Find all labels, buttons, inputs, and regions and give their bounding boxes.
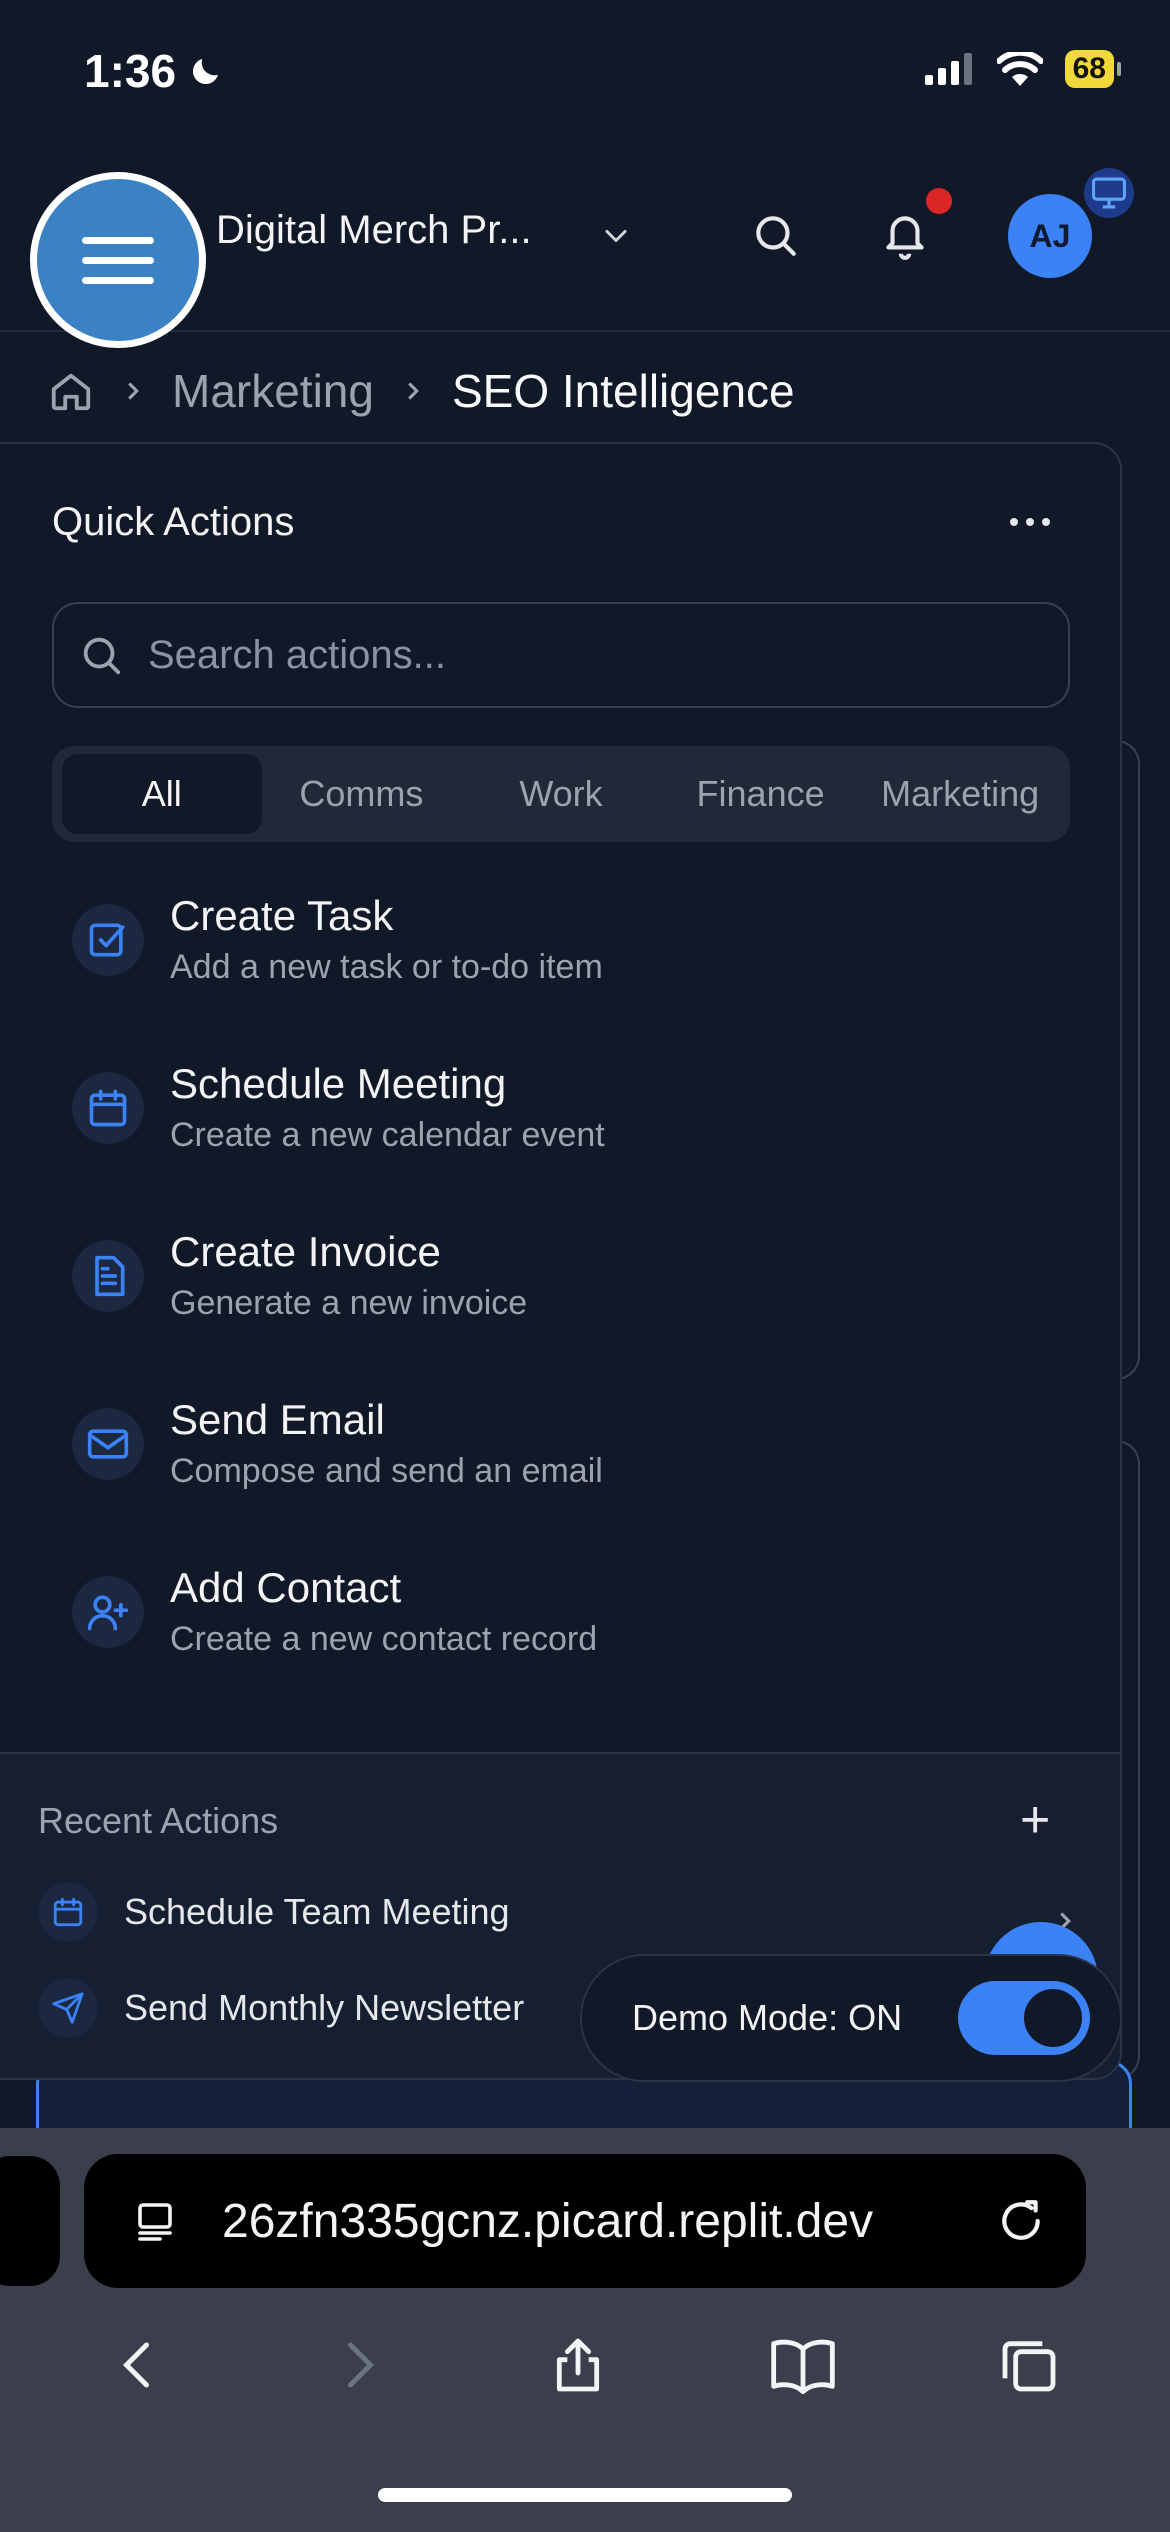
action-title: Create Task bbox=[170, 892, 394, 939]
tab-all[interactable]: All bbox=[62, 754, 262, 834]
demo-mode-switch[interactable] bbox=[958, 1981, 1090, 2055]
tab-finance[interactable]: Finance bbox=[661, 754, 861, 834]
action-list: Create Task Add a new task or to-do item… bbox=[72, 890, 1072, 1730]
tab-marketing[interactable]: Marketing bbox=[860, 754, 1060, 834]
menu-line bbox=[82, 276, 154, 284]
tabs-icon[interactable] bbox=[997, 2333, 1061, 2397]
back-icon[interactable] bbox=[109, 2335, 169, 2395]
monitor-icon bbox=[1092, 177, 1126, 209]
calendar-icon bbox=[72, 1072, 144, 1144]
browser-toolbar bbox=[0, 2310, 1170, 2420]
status-time: 1:36 bbox=[84, 44, 224, 98]
action-description: Generate a new invoice bbox=[170, 1284, 528, 1322]
previous-tab-preview[interactable] bbox=[0, 2156, 60, 2286]
share-icon[interactable] bbox=[546, 2333, 610, 2397]
checkbox-icon bbox=[72, 904, 144, 976]
chevron-down-icon[interactable] bbox=[598, 218, 634, 254]
home-indicator bbox=[378, 2488, 792, 2502]
action-title: Create Invoice bbox=[170, 1228, 441, 1275]
action-add-contact[interactable]: Add Contact Create a new contact record bbox=[72, 1562, 1072, 1730]
demo-mode-toggle[interactable]: Demo Mode: ON bbox=[580, 1954, 1122, 2082]
search-input[interactable] bbox=[148, 632, 1028, 678]
document-icon bbox=[72, 1240, 144, 1312]
user-plus-icon bbox=[72, 1576, 144, 1648]
status-indicators: 68 bbox=[924, 50, 1122, 88]
notification-dot bbox=[926, 188, 952, 214]
monitor-badge[interactable] bbox=[1084, 168, 1134, 218]
menu-line bbox=[82, 236, 154, 244]
action-title: Send Email bbox=[170, 1396, 385, 1443]
battery-indicator: 68 bbox=[1064, 50, 1122, 88]
page-settings-icon[interactable] bbox=[134, 2197, 182, 2245]
calendar-icon bbox=[38, 1882, 98, 1942]
action-send-email[interactable]: Send Email Compose and send an email bbox=[72, 1394, 1072, 1562]
breadcrumb: Marketing SEO Intelligence bbox=[48, 364, 795, 418]
recent-item-label: Schedule Team Meeting bbox=[124, 1891, 510, 1932]
wifi-icon bbox=[996, 52, 1043, 86]
panel-title: Quick Actions bbox=[52, 500, 295, 544]
chevron-right-icon bbox=[128, 382, 139, 400]
action-description: Create a new contact record bbox=[170, 1620, 598, 1658]
recent-item-send-monthly-newsletter[interactable]: Send Monthly Newsletter bbox=[38, 1978, 524, 2038]
send-icon bbox=[38, 1978, 98, 2038]
forward-icon[interactable] bbox=[328, 2335, 388, 2395]
avatar[interactable]: AJ bbox=[1008, 194, 1092, 278]
action-title: Schedule Meeting bbox=[170, 1060, 507, 1107]
recent-item-label: Send Monthly Newsletter bbox=[124, 1987, 525, 2028]
menu-button[interactable] bbox=[30, 172, 206, 348]
action-create-task[interactable]: Create Task Add a new task or to-do item bbox=[72, 890, 1072, 1058]
search-icon[interactable] bbox=[750, 210, 800, 260]
moon-icon bbox=[193, 59, 219, 85]
action-title: Add Contact bbox=[170, 1564, 402, 1611]
address-bar[interactable]: 26zfn335gcnz.picard.replit.dev bbox=[84, 2154, 1086, 2288]
reload-icon[interactable] bbox=[996, 2196, 1046, 2246]
action-description: Add a new task or to-do item bbox=[170, 948, 603, 986]
url-text: 26zfn335gcnz.picard.replit.dev bbox=[222, 2194, 874, 2248]
demo-mode-label: Demo Mode: ON bbox=[632, 1997, 903, 2038]
menu-line bbox=[82, 256, 154, 264]
org-switcher-label[interactable]: Digital Merch Pr... bbox=[216, 208, 532, 253]
category-tabs: All Comms Work Finance Marketing bbox=[52, 746, 1070, 842]
tab-work[interactable]: Work bbox=[461, 754, 661, 834]
more-options-icon[interactable] bbox=[1010, 518, 1050, 526]
action-search[interactable] bbox=[52, 602, 1070, 708]
recent-actions-title: Recent Actions bbox=[38, 1800, 279, 1841]
signal-icon bbox=[924, 53, 972, 85]
search-icon bbox=[83, 637, 121, 675]
status-time-text: 1:36 bbox=[84, 45, 177, 97]
breadcrumb-current: SEO Intelligence bbox=[451, 365, 795, 417]
recent-item-schedule-team-meeting[interactable]: Schedule Team Meeting bbox=[38, 1882, 510, 1942]
chevron-right-icon bbox=[408, 382, 419, 400]
bookmarks-icon[interactable] bbox=[768, 2333, 838, 2397]
action-description: Create a new calendar event bbox=[170, 1116, 605, 1154]
tab-comms[interactable]: Comms bbox=[262, 754, 462, 834]
quick-actions-panel: Quick Actions All Comms Work Finance Mar… bbox=[0, 442, 1122, 2080]
breadcrumb-marketing[interactable]: Marketing bbox=[172, 364, 374, 418]
mail-icon bbox=[72, 1408, 144, 1480]
action-create-invoice[interactable]: Create Invoice Generate a new invoice bbox=[72, 1226, 1072, 1394]
plus-icon[interactable]: + bbox=[1020, 1794, 1050, 1846]
home-icon[interactable] bbox=[48, 368, 94, 414]
bell-icon[interactable] bbox=[880, 208, 930, 262]
action-schedule-meeting[interactable]: Schedule Meeting Create a new calendar e… bbox=[72, 1058, 1072, 1226]
action-description: Compose and send an email bbox=[170, 1452, 603, 1490]
switch-knob bbox=[1024, 1989, 1082, 2047]
